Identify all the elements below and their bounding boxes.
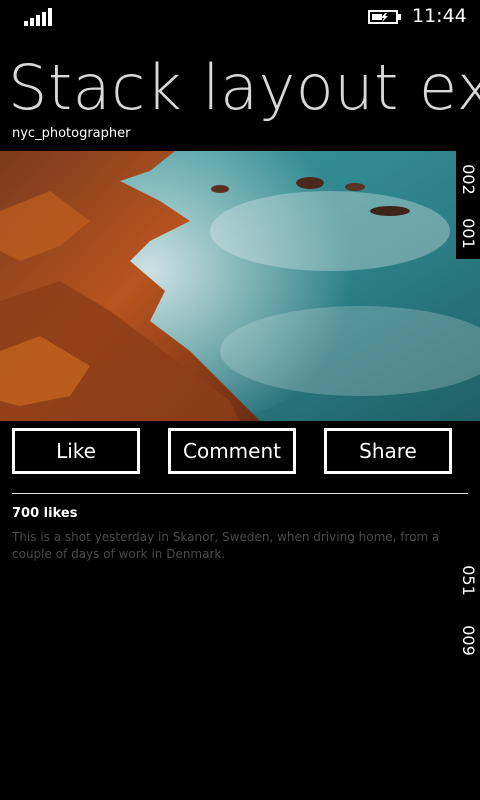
status-time: 11:44: [412, 5, 467, 27]
side-label-top-first: 002: [456, 151, 480, 207]
side-label-bottom-second: 009: [456, 614, 480, 666]
username[interactable]: nyc_photographer: [12, 126, 130, 141]
comment-button[interactable]: Comment: [168, 428, 296, 474]
post-caption: This is a shot yesterday in Skanor, Swed…: [12, 530, 440, 561]
status-bar: 11:44: [0, 0, 480, 32]
page-title: Stack layout exc: [8, 51, 480, 124]
like-button[interactable]: Like: [12, 428, 140, 474]
side-label-bottom-first: 051: [456, 554, 480, 606]
likes-count: 700 likes: [12, 506, 78, 521]
signal-strength-icon: [24, 8, 54, 26]
share-button[interactable]: Share: [324, 428, 452, 474]
coastal-photo-image: [0, 151, 480, 421]
post-photo[interactable]: [0, 151, 480, 421]
divider: [12, 493, 468, 494]
battery-charging-icon: [368, 10, 401, 24]
side-label-top-second: 001: [456, 207, 480, 259]
